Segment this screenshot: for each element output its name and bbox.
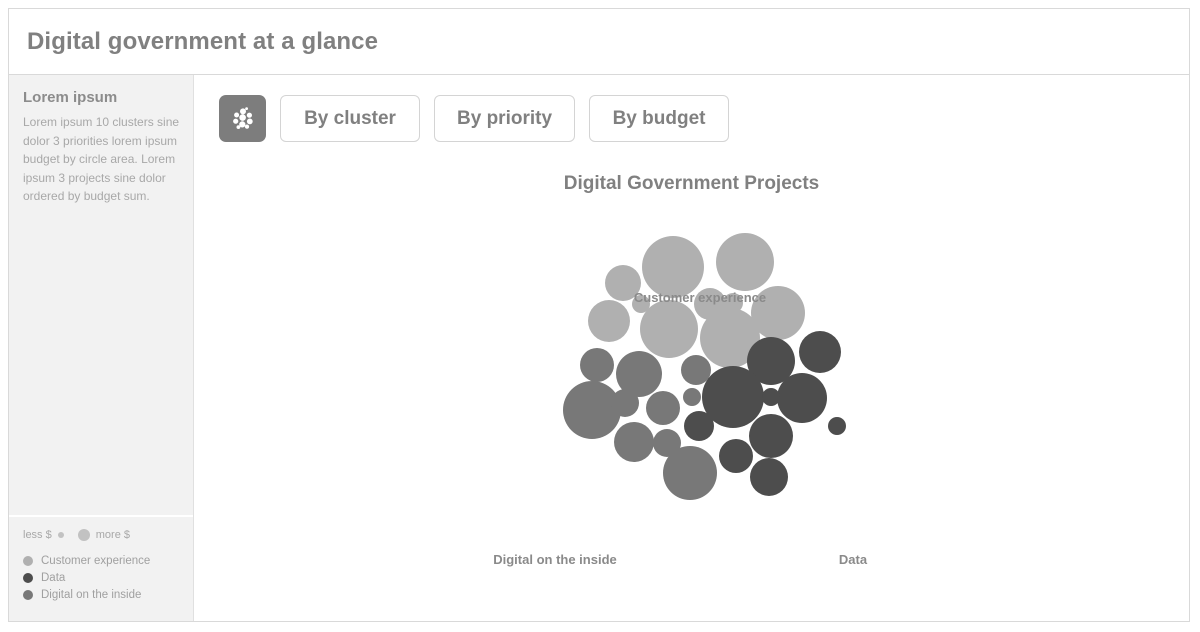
bubble[interactable] [640,300,698,358]
bubble[interactable] [642,236,704,298]
bubble[interactable] [611,389,639,417]
sidebar-heading: Lorem ipsum [23,89,118,106]
bubble[interactable] [614,422,654,462]
legend-swatch-icon [23,556,33,566]
app-header: Digital government at a glance [9,9,1189,75]
by-cluster-button[interactable]: By cluster [280,95,420,142]
size-legend-more-label: more $ [95,529,130,541]
legend-item-digital-on-the-inside[interactable]: Digital on the inside [23,589,183,601]
view-toolbar: By cluster By priority By budget [219,95,730,142]
application-window: Digital government at a glance Lorem ips… [8,8,1190,622]
size-legend-large-dot [77,529,90,541]
sidebar: Lorem ipsum Lorem ipsum 10 clusters sine… [9,75,194,621]
bubble[interactable] [663,446,717,500]
bubble[interactable] [683,388,701,406]
bubble[interactable] [799,331,841,373]
by-budget-button[interactable]: By budget [589,95,730,142]
sidebar-info-panel: Lorem ipsum Lorem ipsum 10 clusters sine… [9,75,193,513]
size-legend-small-dot [57,532,64,538]
legend-item-data[interactable]: Data [23,572,183,584]
legend-swatch-icon [23,590,33,600]
by-priority-button[interactable]: By priority [434,95,576,142]
legend-label: Digital on the inside [41,589,142,601]
category-legend: Customer experience Data Digital on the … [23,555,183,601]
sidebar-description: Lorem ipsum 10 clusters sine dolor 3 pri… [23,115,180,203]
bubble[interactable] [777,373,827,423]
bubble[interactable] [563,381,621,439]
size-legend-less-label: less $ [23,529,52,541]
main-panel: By cluster By priority By budget Digital… [194,75,1189,621]
bubble[interactable] [719,439,753,473]
bubble[interactable] [588,300,630,342]
legend-item-customer-experience[interactable]: Customer experience [23,555,183,567]
size-legend: less $ more $ [23,529,183,541]
legend-swatch-icon [23,573,33,583]
bubble[interactable] [828,417,846,435]
bubble-cluster-view-button[interactable] [219,95,266,142]
cluster-label: Digital on the inside [493,552,617,567]
bubble[interactable] [716,233,774,291]
body-row: Lorem ipsum Lorem ipsum 10 clusters sine… [9,75,1189,621]
bubble[interactable] [646,391,680,425]
cluster-label: Data [839,552,868,567]
bubbles-layer [563,233,846,500]
chart-area: Digital Government Projects Customer exp… [194,160,1189,621]
bubble[interactable] [681,355,711,385]
bubble[interactable] [684,411,714,441]
legend-label: Customer experience [41,555,151,567]
cluster-label: Customer experience [634,290,766,305]
bubble[interactable] [750,458,788,496]
page-title: Digital government at a glance [27,27,379,55]
sidebar-legend-panel: less $ more $ Customer experience Data D… [9,515,193,621]
bubble-chart[interactable]: Customer experience Digital on the inside… [194,160,1194,620]
bubble-cluster-icon [232,106,253,129]
legend-label: Data [41,572,66,584]
bubble[interactable] [749,414,793,458]
bubble[interactable] [580,348,614,382]
bubble[interactable] [762,388,780,406]
